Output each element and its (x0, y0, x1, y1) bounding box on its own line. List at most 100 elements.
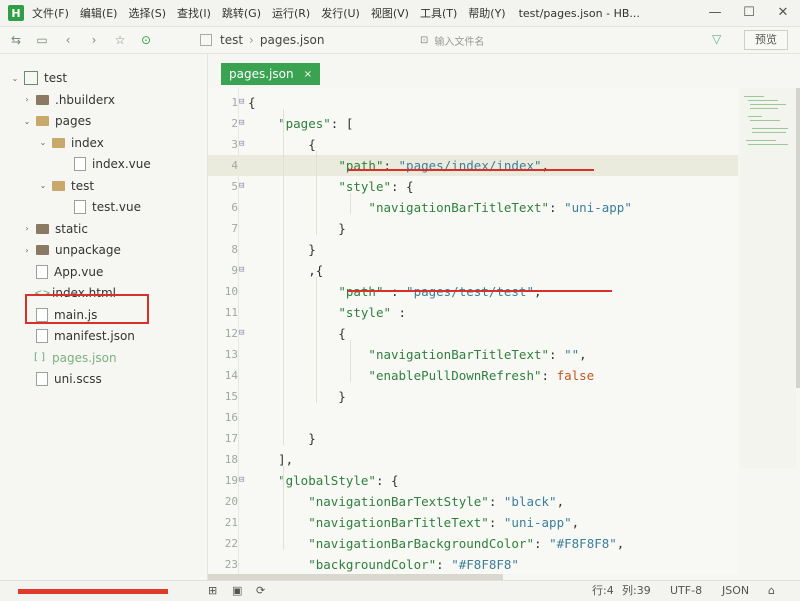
menu-find[interactable]: 查找(I) (177, 5, 211, 21)
menu-help[interactable]: 帮助(Y) (468, 5, 505, 21)
back-icon[interactable]: ‹ (58, 33, 78, 47)
filter-icon[interactable]: ▽ (712, 32, 721, 46)
menu-run[interactable]: 运行(R) (272, 5, 310, 21)
fold-toggle-icon[interactable]: ⊟ (239, 113, 244, 134)
sidebar-toggle-icon[interactable]: ⇆ (6, 33, 26, 47)
code-line[interactable]: 20 "navigationBarTextStyle": "black", (208, 491, 738, 512)
json-punct: { (248, 326, 346, 341)
code-line[interactable]: 7 } (208, 218, 738, 239)
vertical-scrollbar[interactable] (796, 88, 800, 388)
menu-tools[interactable]: 工具(T) (420, 5, 457, 21)
menu-view[interactable]: 视图(V) (371, 5, 409, 21)
bookmark-star-icon[interactable]: ☆ (110, 33, 130, 47)
sidebar-item[interactable]: › static (22, 219, 88, 239)
code-line[interactable]: 14 "enablePullDownRefresh": false (208, 365, 738, 386)
chevron-down-icon[interactable]: ⌄ (38, 181, 48, 190)
fold-toggle-icon[interactable]: ⊟ (239, 92, 244, 113)
sidebar-item[interactable]: ⌄ test (38, 176, 94, 196)
tab-close-icon[interactable]: × (304, 69, 312, 80)
chevron-down-icon[interactable]: ⌄ (22, 117, 32, 126)
code-line[interactable]: 9 ⊟ ,{ (208, 260, 738, 281)
terminal-icon[interactable]: ⊞ (208, 581, 217, 601)
code-line[interactable]: 15 } (208, 386, 738, 407)
chevron-right-icon[interactable]: › (22, 246, 32, 255)
language-mode[interactable]: JSON (722, 581, 749, 601)
breadcrumb-file[interactable]: pages.json (260, 33, 325, 47)
code-text: "navigationBarTextStyle": "black", (248, 491, 564, 512)
maximize-icon[interactable]: ☐ (732, 0, 766, 26)
chevron-right-icon[interactable]: › (22, 224, 32, 233)
menu-file[interactable]: 文件(F) (32, 5, 69, 21)
code-line[interactable]: 2 ⊟ "pages": [ (208, 113, 738, 134)
minimap[interactable] (740, 88, 796, 468)
encoding[interactable]: UTF-8 (670, 581, 702, 601)
fold-toggle-icon[interactable]: ⊟ (239, 470, 244, 491)
sidebar-item[interactable]: › unpackage (22, 240, 120, 260)
chevron-down-icon[interactable]: ⌄ (10, 74, 20, 83)
code-line[interactable]: 22 "navigationBarBackgroundColor": "#F8F… (208, 533, 738, 554)
preview-button[interactable]: 预览 (744, 30, 788, 50)
editor-tab-bar: pages.json × (208, 54, 800, 88)
sidebar-item[interactable]: ⌄ index (38, 133, 104, 153)
file-search-input[interactable]: ⊡ 输入文件名 (420, 31, 720, 49)
chevron-down-icon[interactable]: ⌄ (38, 138, 48, 147)
sidebar-item[interactable]: ⌄ pages (22, 111, 92, 131)
code-line[interactable]: 11 "style" : (208, 302, 738, 323)
sidebar-item[interactable]: uni.scss (22, 369, 102, 389)
line-number: 10 (224, 285, 238, 298)
chevron-right-icon[interactable]: › (22, 95, 32, 104)
sidebar-item-label: pages (55, 114, 92, 128)
sidebar-item[interactable]: App.vue (22, 262, 103, 282)
sidebar-item[interactable]: index.vue (60, 154, 151, 174)
line-number: 6 (231, 201, 238, 214)
fold-toggle-icon[interactable]: ⊟ (239, 134, 244, 155)
code-line[interactable]: 12 ⊟ { (208, 323, 738, 344)
menu-goto[interactable]: 跳转(G) (222, 5, 261, 21)
code-line[interactable]: 16 (208, 407, 738, 428)
code-line[interactable]: 18 ], (208, 449, 738, 470)
json-punct: ,{ (248, 263, 324, 278)
menu-edit[interactable]: 编辑(E) (80, 5, 118, 21)
json-punct: : (549, 347, 565, 362)
sidebar-item[interactable]: › .hbuilderx (22, 90, 115, 110)
notification-icon[interactable]: ⌂ (768, 581, 775, 601)
sidebar-item[interactable]: manifest.json (22, 326, 135, 346)
code-line[interactable]: 1 ⊟ { (208, 92, 738, 113)
fold-toggle-icon[interactable]: ⊟ (239, 176, 244, 197)
code-line[interactable]: 17 } (208, 428, 738, 449)
indent-guide (350, 193, 351, 214)
forward-icon[interactable]: › (84, 33, 104, 47)
code-line[interactable]: 13 "navigationBarTitleText": "", (208, 344, 738, 365)
minimap-line (750, 104, 786, 105)
code-line[interactable]: 3 ⊟ { (208, 134, 738, 155)
code-line[interactable]: 23 "backgroundColor": "#F8F8F8" (208, 554, 738, 575)
file-icon (36, 329, 48, 343)
console-icon[interactable]: ▣ (232, 581, 242, 601)
sidebar-item[interactable]: ⌄ test (10, 68, 67, 88)
code-line[interactable]: 21 "navigationBarTitleText": "uni-app", (208, 512, 738, 533)
code-line[interactable]: 19 ⊟ "globalStyle": { (208, 470, 738, 491)
cursor-column[interactable]: 列:39 (622, 581, 651, 601)
code-text: "navigationBarTitleText": "uni-app", (248, 512, 579, 533)
sidebar-item[interactable]: test.vue (60, 197, 141, 217)
menu-publish[interactable]: 发行(U) (321, 5, 360, 21)
code-line-active[interactable]: 4 "path": "pages/index/index", (208, 155, 738, 176)
code-line[interactable]: 6 "navigationBarTitleText": "uni-app" (208, 197, 738, 218)
cursor-line[interactable]: 行:4 (592, 581, 614, 601)
breadcrumb-project[interactable]: test (220, 33, 243, 47)
run-icon[interactable]: ⊙ (136, 33, 156, 47)
code-line[interactable]: 8 } (208, 239, 738, 260)
fold-toggle-icon[interactable]: ⊟ (239, 323, 244, 344)
json-punct (248, 305, 338, 320)
save-icon[interactable]: ▭ (32, 33, 52, 47)
tab-pages-json[interactable]: pages.json × (221, 63, 320, 85)
fold-toggle-icon[interactable]: ⊟ (239, 260, 244, 281)
sidebar-item[interactable]: [ ] pages.json (22, 348, 117, 368)
sync-icon[interactable]: ⟳ (256, 581, 265, 601)
close-icon[interactable]: ✕ (766, 0, 800, 26)
minimize-icon[interactable]: — (698, 0, 732, 26)
folder-icon (36, 94, 49, 105)
json-punct (248, 179, 338, 194)
code-line[interactable]: 5 ⊟ "style": { (208, 176, 738, 197)
menu-select[interactable]: 选择(S) (128, 5, 166, 21)
